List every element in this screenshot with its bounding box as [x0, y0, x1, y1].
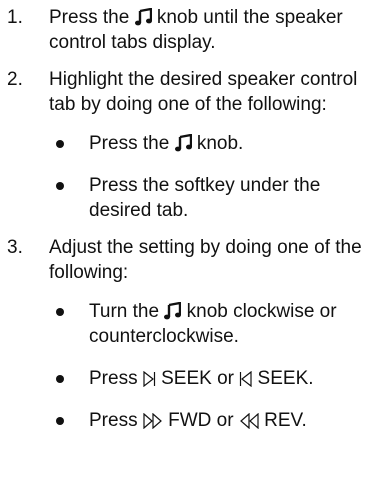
option-text: Press the softkey under the desired tab.: [89, 173, 386, 223]
step-text: Adjust the setting by doing one of the f…: [49, 235, 386, 285]
option-list: Turn the knob clockwise or counterclockw…: [49, 299, 386, 433]
text-run: FWD or: [162, 410, 239, 431]
seek-forward-icon: [143, 371, 156, 387]
music-note-icon: [164, 302, 182, 320]
text-run: Press the softkey under the desired tab.: [89, 175, 321, 221]
step-number: 1.: [7, 7, 23, 28]
step-list: 1. Press the knob until the speaker contr…: [0, 5, 386, 433]
bullet-icon: [56, 375, 64, 383]
option-text: Press SEEK or SEEK.: [89, 366, 386, 391]
option-item: Press SEEK or SEEK.: [49, 366, 386, 391]
step-item: 1. Press the knob until the speaker contr…: [0, 5, 386, 55]
text-run: Press: [89, 368, 143, 389]
option-text: Turn the knob clockwise or counterclockw…: [89, 299, 386, 349]
bullet-icon: [56, 182, 64, 190]
step-text: Highlight the desired speaker control ta…: [49, 67, 386, 117]
text-run: SEEK or: [155, 368, 240, 389]
text-run: Adjust the setting by doing one of the f…: [49, 237, 362, 283]
rewind-icon: [239, 413, 259, 429]
option-item: Press the softkey under the desired tab.: [49, 173, 386, 223]
option-item: Press the knob.: [49, 131, 386, 156]
text-run: SEEK.: [252, 368, 314, 389]
bullet-icon: [56, 417, 64, 425]
music-note-icon: [134, 8, 152, 26]
option-list: Press the knob. Press the softkey under t…: [49, 131, 386, 223]
step-item: 3. Adjust the setting by doing one of the…: [0, 235, 386, 433]
text-run: REV.: [258, 410, 307, 431]
bullet-icon: [56, 308, 64, 316]
option-item: Turn the knob clockwise or counterclockw…: [49, 299, 386, 349]
option-item: Press FWD or REV.: [49, 408, 386, 433]
step-number: 3.: [7, 237, 23, 258]
text-run: Press the: [89, 133, 175, 154]
text-run: Press: [89, 410, 143, 431]
step-item: 2. Highlight the desired speaker control …: [0, 67, 386, 223]
text-run: knob.: [191, 133, 244, 154]
option-text: Press the knob.: [89, 131, 386, 156]
music-note-icon: [174, 134, 192, 152]
fast-forward-icon: [143, 413, 163, 429]
bullet-icon: [56, 140, 64, 148]
seek-back-icon: [239, 371, 252, 387]
text-run: Turn the: [89, 301, 165, 322]
text-run: Press the: [49, 7, 135, 28]
step-number: 2.: [7, 69, 23, 90]
instructions: 1. Press the knob until the speaker contr…: [0, 0, 386, 433]
option-text: Press FWD or REV.: [89, 408, 386, 433]
text-run: Highlight the desired speaker control ta…: [49, 69, 358, 115]
step-text: Press the knob until the speaker control…: [49, 5, 386, 55]
